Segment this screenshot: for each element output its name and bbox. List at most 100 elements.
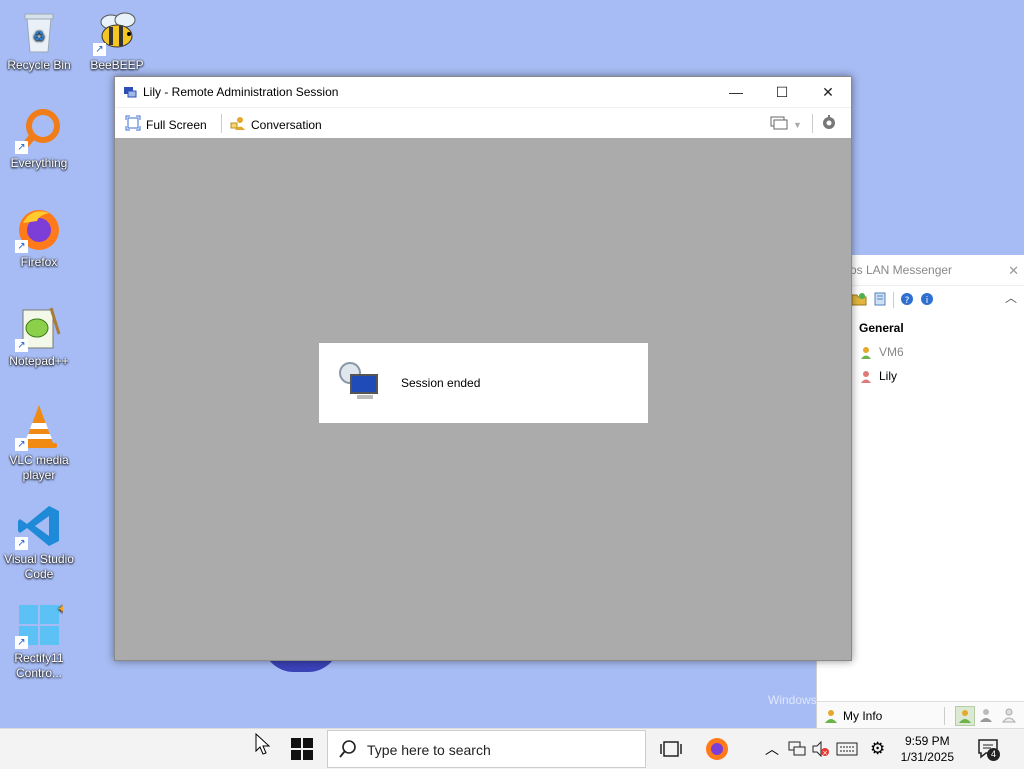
maximize-button[interactable]: ☐	[759, 77, 805, 107]
shortcut-arrow-icon: ↗	[15, 438, 28, 451]
my-info-icon	[823, 708, 839, 727]
network-icon[interactable]	[788, 741, 806, 760]
shortcut-arrow-icon: ↗	[93, 43, 106, 56]
messenger-toolbar: ? i	[851, 290, 934, 310]
shortcut-arrow-icon: ↗	[15, 339, 28, 352]
vlc-cone-icon: ↗	[15, 403, 63, 451]
full-screen-label: Full Screen	[146, 117, 207, 132]
info-icon[interactable]: i	[920, 292, 934, 309]
desktop-icon-rectify11[interactable]: ✦ ↗ Rectify11 Contro...	[0, 601, 78, 681]
notification-count-badge: 4	[987, 748, 1000, 761]
remote-screen-viewport[interactable]: Session ended	[115, 138, 851, 660]
help-icon[interactable]: ?	[900, 292, 914, 309]
search-icon	[339, 740, 357, 761]
remote-session-window: Lily - Remote Administration Session — ☐…	[114, 76, 852, 661]
group-general[interactable]: General	[859, 321, 904, 335]
shortcut-arrow-icon: ↗	[15, 240, 28, 253]
firefox-icon	[706, 738, 728, 760]
keyboard-icon[interactable]	[836, 742, 858, 759]
notifications-button[interactable]: 4	[977, 738, 1000, 763]
desktop-icon-recycle-bin[interactable]: ♻ Recycle Bin	[0, 8, 78, 73]
toolbar-separator	[812, 114, 813, 133]
user-vm6[interactable]: VM6	[859, 345, 904, 360]
windows-logo-icon: ✦ ↗	[15, 601, 67, 649]
clock-time: 9:59 PM	[904, 734, 950, 748]
shortcut-arrow-icon: ↗	[15, 141, 28, 154]
user-name: VM6	[879, 345, 904, 359]
full-screen-icon	[125, 115, 141, 134]
user-name: Lily	[879, 369, 898, 383]
window-titlebar[interactable]: Lily - Remote Administration Session — ☐…	[115, 77, 851, 107]
show-hidden-icons-button[interactable]: ︿	[765, 739, 779, 759]
clock-date: 1/31/2025	[900, 750, 954, 764]
taskbar-firefox-button[interactable]	[705, 737, 729, 764]
desktop-icon-vlc[interactable]: ↗ VLC media player	[0, 403, 78, 483]
svg-text:×: ×	[822, 749, 828, 757]
notepadplusplus-icon: ↗	[15, 304, 63, 352]
svg-text:♻: ♻	[33, 29, 46, 45]
chevron-down-icon: ▼	[793, 119, 802, 130]
vscode-icon: ↗	[15, 502, 63, 550]
chevron-up-icon: ︿	[765, 741, 779, 757]
svg-text:i: i	[926, 296, 929, 306]
taskbar-search-box[interactable]: Type here to search	[327, 730, 646, 768]
desktop-icon-label: VLC media player	[9, 453, 69, 482]
settings-gear-button[interactable]: ⚙	[870, 739, 885, 759]
volume-muted-icon[interactable]: ×	[812, 740, 830, 760]
status-offline-icon[interactable]	[1001, 707, 1017, 726]
user-lily[interactable]: Lily	[859, 369, 897, 384]
shortcut-arrow-icon: ↗	[15, 537, 28, 550]
gear-icon: ⚙	[870, 739, 886, 758]
desktop-icon-label: Everything	[10, 156, 68, 170]
display-select-button[interactable]: ▼	[770, 115, 802, 134]
desktop-icon-notepadplusplus[interactable]: ↗ Notepad++	[0, 304, 78, 369]
gear-icon	[821, 115, 837, 134]
desktop-icon-vscode[interactable]: ↗ Visual Studio Code	[0, 502, 78, 582]
close-icon[interactable]: ✕	[1008, 263, 1019, 279]
history-icon[interactable]	[873, 292, 887, 309]
desktop-icon-firefox[interactable]: ↗ Firefox	[0, 205, 78, 270]
user-status-icon	[859, 346, 873, 360]
task-view-icon	[660, 741, 682, 757]
svg-text:?: ?	[905, 296, 910, 306]
desktop-icon-everything[interactable]: ↗ Everything	[0, 106, 78, 171]
taskbar: Type here to search ︿ × ⚙ 9:59 PM 1/31/2…	[0, 728, 1024, 769]
status-online-icon[interactable]	[955, 706, 975, 726]
start-button[interactable]	[291, 738, 313, 763]
clock[interactable]: 9:59 PM 1/31/2025	[901, 733, 954, 765]
remote-session-app-icon	[123, 85, 137, 99]
folder-icon[interactable]	[851, 292, 867, 309]
bee-icon: ↗	[93, 8, 141, 56]
task-view-button[interactable]	[660, 740, 682, 761]
user-status-icon	[859, 370, 873, 384]
status-busy-icon[interactable]	[978, 707, 994, 726]
conversation-label: Conversation	[251, 117, 322, 132]
chevron-up-icon[interactable]: ︿	[1005, 289, 1017, 306]
search-placeholder: Type here to search	[367, 742, 491, 758]
shortcut-arrow-icon: ↗	[15, 636, 28, 649]
toolbar-separator	[893, 292, 894, 308]
desktop-icon-label: Firefox	[20, 255, 58, 269]
monitor-icon	[770, 115, 788, 134]
full-screen-button[interactable]: Full Screen	[125, 115, 207, 134]
desktop-icon-label: Visual Studio Code	[4, 552, 74, 581]
close-button[interactable]: ✕	[805, 77, 851, 107]
session-toolbar: Full Screen Conversation ▼	[115, 107, 851, 139]
magnifier-icon: ↗	[15, 106, 63, 154]
session-ended-message: Session ended	[401, 376, 481, 390]
my-info-button[interactable]: My Info	[843, 709, 882, 723]
toolbar-separator	[221, 114, 222, 133]
desktop-icon-label: Rectify11 Contro...	[14, 651, 64, 680]
session-settings-button[interactable]	[821, 115, 837, 134]
minimize-button[interactable]: —	[713, 77, 759, 107]
status-separator	[944, 707, 945, 725]
desktop-icon-label: BeeBEEP	[90, 58, 144, 72]
session-ended-dialog: Session ended	[319, 343, 648, 423]
conversation-button[interactable]: Conversation	[230, 115, 322, 134]
recycle-bin-icon: ♻	[15, 8, 63, 56]
network-computer-icon	[337, 359, 383, 408]
mouse-cursor-icon	[255, 732, 271, 761]
windows-start-icon	[291, 738, 313, 760]
desktop-icon-beebeep[interactable]: ↗ BeeBEEP	[78, 8, 156, 73]
svg-text:✦: ✦	[57, 602, 63, 616]
